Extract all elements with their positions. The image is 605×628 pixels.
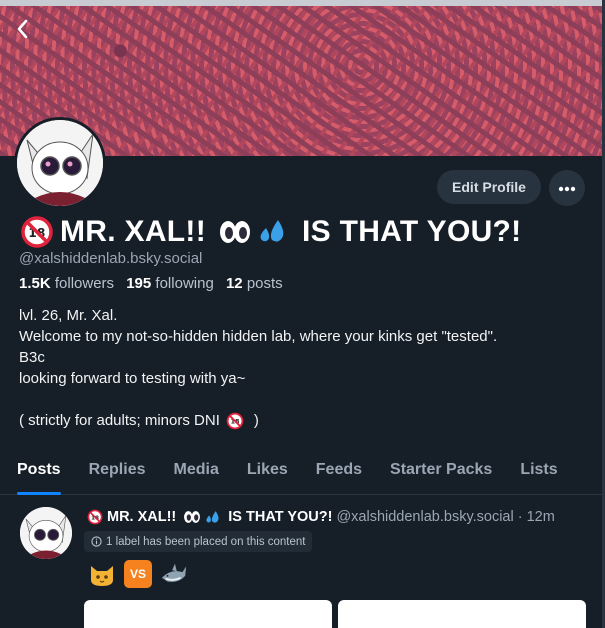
no-under-18-icon: 18 (226, 412, 244, 430)
content-label-notice[interactable]: 1 label has been placed on this content (84, 531, 313, 552)
followers-label: followers (54, 275, 115, 292)
post-author-avatar[interactable] (20, 507, 72, 559)
post-timestamp[interactable]: 12m (527, 509, 555, 525)
bio-line: Welcome to my not-so-hidden hidden lab, … (19, 328, 498, 345)
tab-media[interactable]: Media (174, 451, 219, 495)
following-link[interactable]: 195 following (126, 275, 214, 292)
profile-display-name: 18 MR. XAL!! IS THAT YOU?! (20, 212, 521, 252)
following-count: 195 (126, 275, 152, 292)
tab-lists[interactable]: Lists (520, 451, 557, 495)
info-icon (91, 536, 102, 547)
tab-feeds[interactable]: Feeds (316, 451, 362, 495)
profile-stats: 1.5K followers 195 following 12 posts (19, 275, 283, 292)
tab-starter-packs[interactable]: Starter Packs (390, 451, 492, 495)
edit-profile-button[interactable]: Edit Profile (437, 170, 541, 204)
post-separator: · (517, 509, 523, 525)
chevron-left-icon (15, 19, 29, 45)
feed-post[interactable]: 18 MR. XAL!! IS THAT YOU?! @xalshiddenla… (0, 496, 602, 628)
bio-line: looking forward to testing with ya~ (19, 370, 246, 387)
following-label: following (155, 275, 214, 292)
profile-tabs: Posts Replies Media Likes Feeds Starter … (0, 451, 602, 495)
tab-likes[interactable]: Likes (247, 451, 288, 495)
followers-link[interactable]: 1.5K followers (19, 275, 114, 292)
bio-line-text: ( strictly for adults; minors DNI (19, 412, 220, 429)
profile-avatar[interactable] (14, 117, 106, 209)
posts-count: 12 (225, 275, 243, 292)
post-header: 18 MR. XAL!! IS THAT YOU?! @xalshiddenla… (87, 509, 555, 525)
back-button[interactable] (10, 18, 34, 42)
no-under-18-icon: 18 (87, 509, 103, 525)
sweat-droplets-emoji-icon (205, 510, 221, 525)
tab-label: Starter Packs (390, 461, 493, 478)
post-author-name-part2[interactable]: IS THAT YOU?! (228, 509, 332, 525)
bio-line: lvl. 26, Mr. Xal. (19, 307, 118, 324)
eyes-emoji-icon (183, 510, 201, 524)
tab-label: Media (173, 461, 219, 478)
tab-label: Posts (17, 461, 61, 478)
bio-line: B3c (19, 349, 45, 366)
tab-posts[interactable]: Posts (17, 451, 61, 495)
posts-count-group: 12 posts (226, 275, 283, 292)
post-image-right[interactable] (338, 600, 586, 628)
post-author-handle[interactable]: @xalshiddenlab.bsky.social (336, 509, 513, 525)
vs-text: VS (129, 567, 146, 581)
bio-line (19, 389, 579, 410)
display-name-part2: IS THAT YOU?! (302, 215, 522, 248)
vs-button-emoji-icon: VS (124, 560, 152, 588)
label-notice-text: 1 label has been placed on this content (106, 535, 306, 548)
shark-emoji-icon (160, 560, 188, 588)
tab-label: Lists (520, 461, 558, 478)
post-author-name-part1[interactable]: MR. XAL!! (107, 509, 176, 525)
tab-label: Feeds (315, 461, 363, 478)
display-name-part1: MR. XAL!! (60, 215, 207, 248)
eyes-emoji-icon (218, 219, 252, 245)
tab-label: Replies (88, 461, 146, 478)
no-under-18-icon: 18 (20, 215, 54, 249)
profile-handle: @xalshiddenlab.bsky.social (19, 250, 203, 267)
bio-line-last: ( strictly for adults; minors DNI 18 ) (19, 410, 579, 431)
cat-face-emoji-icon (88, 560, 116, 588)
post-text-emojis: VS (88, 560, 188, 588)
tab-replies[interactable]: Replies (89, 451, 146, 495)
post-image-left[interactable] (84, 600, 332, 628)
followers-count: 1.5K (19, 275, 51, 292)
sweat-droplets-emoji-icon (258, 218, 288, 246)
active-tab-indicator (17, 492, 61, 495)
bio-line-suffix: ) (253, 412, 259, 429)
posts-label: posts (246, 275, 283, 292)
tab-label: Likes (246, 461, 288, 478)
profile-bio: lvl. 26, Mr. Xal. Welcome to my not-so-h… (19, 305, 579, 431)
ellipsis-icon (558, 179, 576, 197)
more-options-button[interactable] (549, 170, 585, 206)
